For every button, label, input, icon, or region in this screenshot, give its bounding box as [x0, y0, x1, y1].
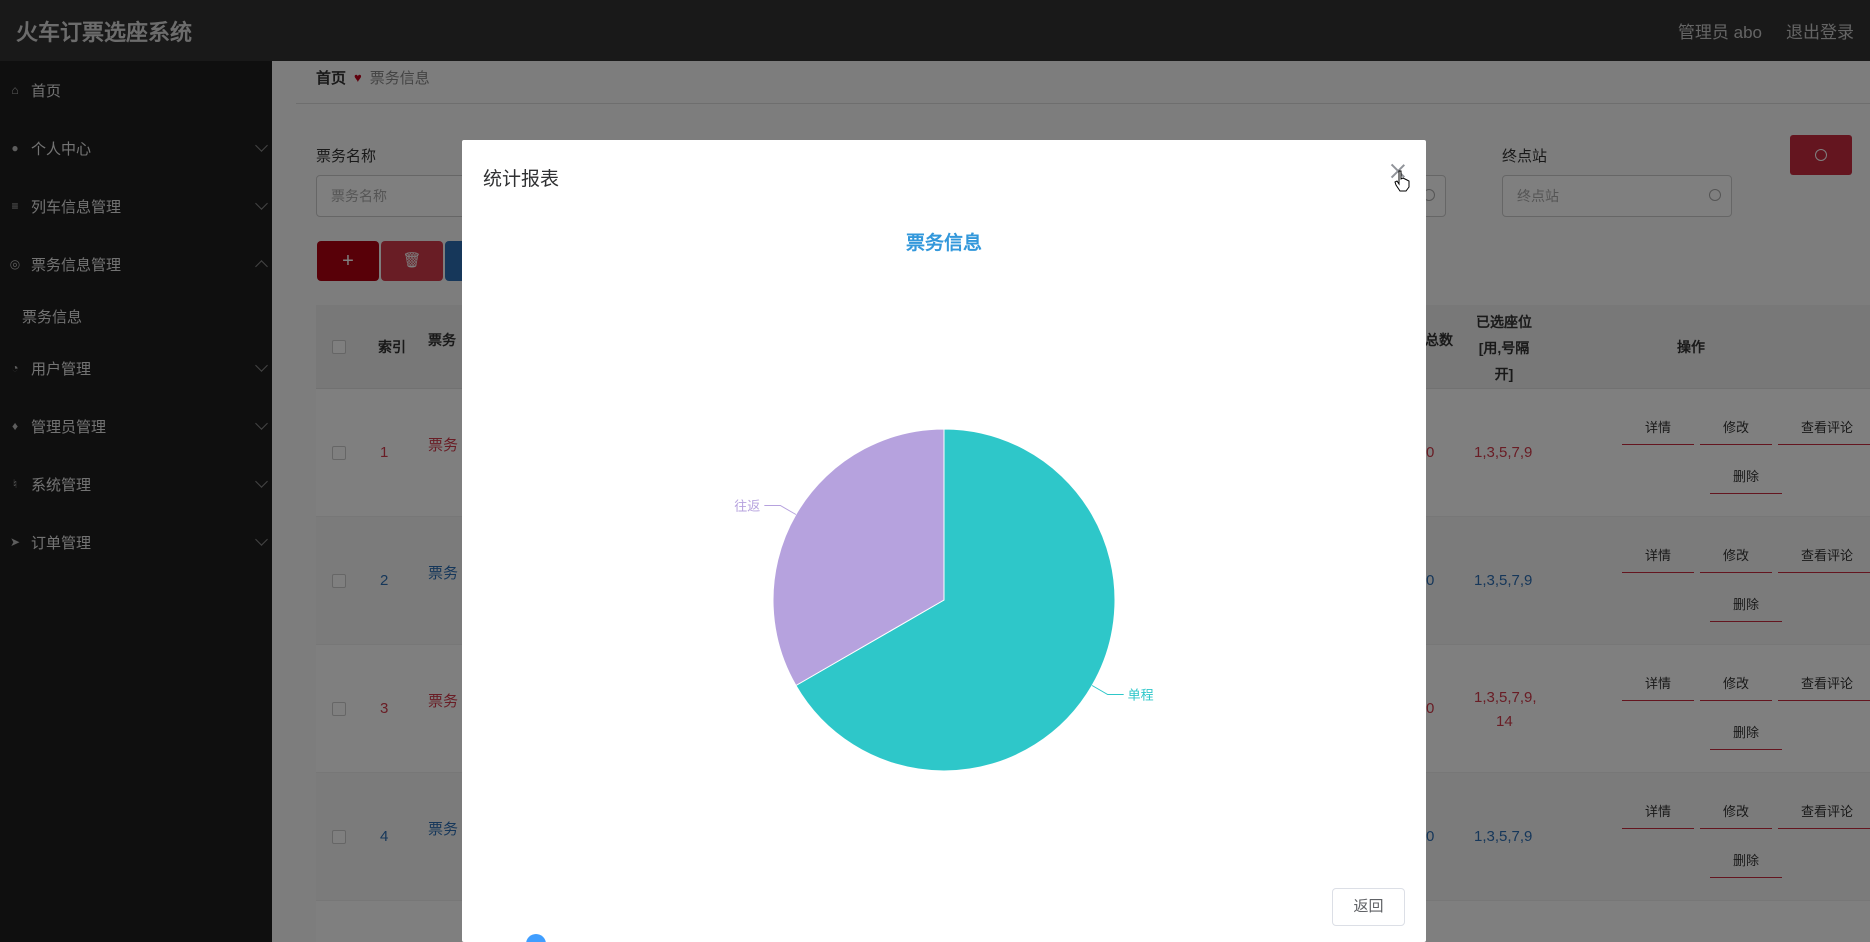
label-leader-line	[764, 505, 797, 515]
slice-label: 往返	[734, 500, 760, 515]
hand-cursor-icon	[1394, 170, 1410, 192]
label-leader-line	[1091, 685, 1124, 695]
stats-report-dialog: 统计报表 票务信息 单程 往返 返回	[462, 140, 1426, 942]
pie-chart: 单程 往返	[734, 428, 1154, 772]
return-button[interactable]: 返回	[1332, 888, 1405, 926]
slice-label: 单程	[1128, 689, 1154, 704]
